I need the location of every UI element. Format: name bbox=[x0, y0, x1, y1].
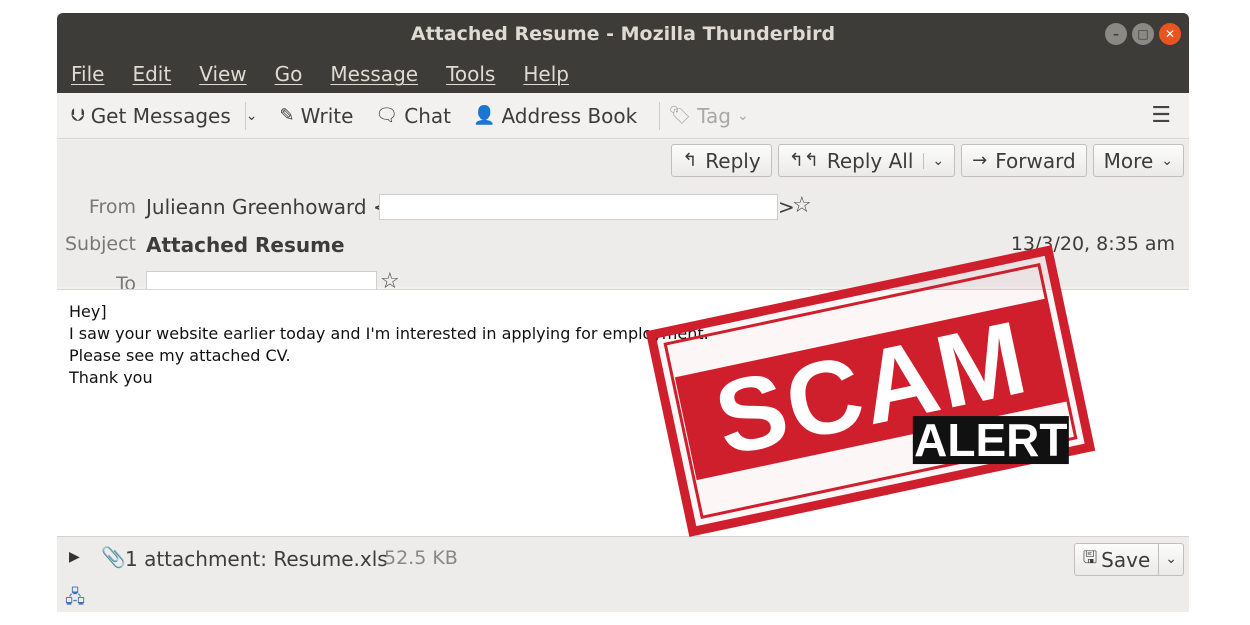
forward-button[interactable]: → Forward bbox=[961, 144, 1087, 177]
window-controls: – □ ✕ bbox=[1105, 23, 1181, 45]
window-title: Attached Resume - Mozilla Thunderbird bbox=[410, 23, 836, 45]
attachment-bar: ▶ 📎 1 attachment: Resume.xls 52.5 KB 🖫 S… bbox=[57, 536, 1189, 582]
chevron-down-icon[interactable]: ⌄ bbox=[923, 152, 944, 169]
contact-icon: 👤 bbox=[473, 105, 496, 126]
menu-file[interactable]: File bbox=[71, 62, 104, 86]
menu-view[interactable]: View bbox=[199, 62, 246, 86]
write-button[interactable]: ✎ Write bbox=[280, 104, 354, 128]
attachment-summary[interactable]: 1 attachment: Resume.xls bbox=[125, 547, 388, 571]
get-messages-button[interactable]: ⮋ Get Messages bbox=[71, 104, 231, 128]
get-messages-dropdown[interactable]: ⌄ bbox=[246, 108, 258, 124]
message-actions: ↰ Reply ↰↰ Reply All ⌄ → Forward More ⌄ bbox=[671, 144, 1184, 177]
chevron-down-icon: ⌄ bbox=[245, 107, 258, 124]
redacted-sender-email bbox=[379, 194, 778, 220]
subject-label: Subject bbox=[64, 233, 136, 255]
more-button[interactable]: More ⌄ bbox=[1092, 144, 1184, 177]
chat-bubble-icon: 🗨 bbox=[375, 105, 399, 126]
menu-edit[interactable]: Edit bbox=[132, 62, 171, 86]
body-line: Hey] bbox=[69, 302, 107, 321]
menu-tools[interactable]: Tools bbox=[446, 62, 495, 86]
address-book-label: Address Book bbox=[501, 103, 638, 128]
tag-label: Tag bbox=[697, 103, 731, 128]
title-bar: Attached Resume - Mozilla Thunderbird – … bbox=[57, 13, 1189, 55]
reply-icon: ↰ bbox=[682, 150, 698, 171]
body-line: Please see my attached CV. bbox=[69, 346, 291, 365]
body-line: I saw your website earlier today and I'm… bbox=[69, 324, 709, 343]
expand-triangle-icon[interactable]: ▶ bbox=[69, 549, 80, 565]
main-toolbar: ⮋ Get Messages ⌄ ✎ Write 🗨 Chat 👤 Addres… bbox=[57, 93, 1189, 139]
body-line: Thank you bbox=[69, 368, 153, 387]
write-label: Write bbox=[300, 103, 354, 128]
address-book-button[interactable]: 👤 Address Book bbox=[473, 104, 637, 128]
chevron-down-icon: ⌄ bbox=[736, 107, 749, 124]
save-button[interactable]: 🖫 Save ⌄ bbox=[1073, 543, 1184, 576]
maximize-icon[interactable]: □ bbox=[1132, 23, 1154, 45]
hamburger-menu-icon[interactable]: ☰ bbox=[1151, 103, 1171, 128]
reply-all-icon: ↰↰ bbox=[788, 150, 819, 171]
network-status-icon[interactable]: 🖧 bbox=[65, 585, 85, 612]
reply-label: Reply bbox=[705, 148, 761, 173]
chevron-down-icon[interactable]: ⌄ bbox=[1158, 544, 1183, 575]
close-icon[interactable]: ✕ bbox=[1159, 23, 1181, 45]
reply-button[interactable]: ↰ Reply bbox=[671, 144, 772, 177]
toolbar-divider bbox=[659, 101, 661, 130]
reply-all-button[interactable]: ↰↰ Reply All ⌄ bbox=[777, 144, 956, 177]
subject-value: Attached Resume bbox=[146, 233, 345, 257]
save-label: Save bbox=[1101, 547, 1151, 572]
save-disk-icon: 🖫 bbox=[1082, 548, 1098, 568]
chevron-down-icon: ⌄ bbox=[1161, 152, 1173, 169]
chat-button[interactable]: 🗨 Chat bbox=[375, 104, 451, 128]
status-bar: 🖧 bbox=[57, 581, 1189, 612]
menu-help[interactable]: Help bbox=[523, 62, 569, 86]
menu-bar: File Edit View Go Message Tools Help bbox=[57, 55, 1189, 93]
pencil-icon: ✎ bbox=[279, 105, 295, 126]
chat-label: Chat bbox=[404, 103, 452, 128]
forward-label: Forward bbox=[995, 148, 1076, 173]
star-icon[interactable]: ☆ bbox=[792, 193, 812, 218]
download-icon: ⮋ bbox=[71, 105, 85, 126]
tag-icon: 🏷 bbox=[668, 105, 692, 126]
menu-message[interactable]: Message bbox=[330, 62, 418, 86]
sender-name[interactable]: Julieann Greenhoward < bbox=[146, 195, 390, 219]
get-messages-label: Get Messages bbox=[90, 103, 231, 128]
from-label: From bbox=[88, 196, 136, 218]
reply-all-label: Reply All bbox=[826, 148, 914, 173]
tag-button[interactable]: 🏷 Tag ⌄ bbox=[668, 104, 748, 128]
paperclip-icon: 📎 bbox=[101, 545, 126, 569]
menu-go[interactable]: Go bbox=[275, 62, 303, 86]
minimize-icon[interactable]: – bbox=[1105, 23, 1127, 45]
forward-arrow-icon: → bbox=[972, 150, 988, 171]
more-label: More bbox=[1103, 148, 1154, 173]
stamp-alert-text: ALERT bbox=[912, 414, 1069, 467]
attachment-size: 52.5 KB bbox=[384, 547, 458, 569]
